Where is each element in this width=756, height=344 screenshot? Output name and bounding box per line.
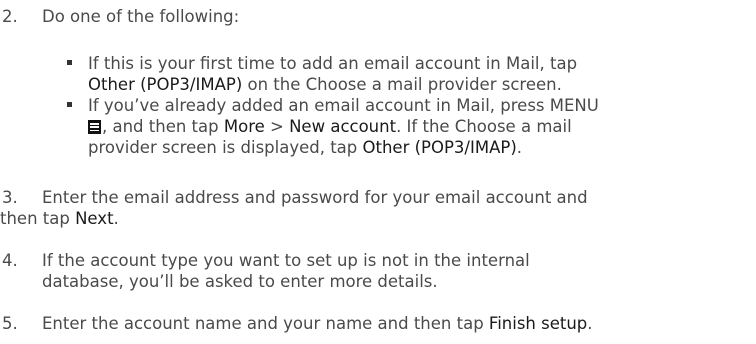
bullet-line: If this is your first time to add an ema…	[88, 54, 578, 73]
menu-icon	[88, 120, 101, 134]
step-number: 4.	[2, 251, 18, 270]
bullet-line: If you’ve already added an email account…	[88, 96, 599, 115]
bullet-line: , and then tap More > New account. If th…	[88, 116, 748, 137]
bullet-item-first-time: If this is your first time to add an ema…	[67, 53, 748, 95]
step-line: database, you’ll be asked to enter more …	[42, 272, 438, 291]
bullet-square-icon	[67, 102, 72, 107]
more-link: More	[223, 117, 265, 136]
step-line: If the account type you want to set up i…	[42, 251, 530, 270]
next-link: Next	[75, 209, 114, 228]
other-pop3-imap-link: Other (POP3/IMAP)	[362, 138, 517, 157]
bullet-square-icon	[67, 60, 72, 65]
bullet-line: Other (POP3/IMAP) on the Choose a mail p…	[88, 75, 562, 94]
new-account-link: New account	[289, 117, 397, 136]
other-pop3-imap-link: Other (POP3/IMAP)	[88, 75, 243, 94]
step-line: Enter the account name and your name and…	[42, 314, 593, 333]
step-line: then tap Next.	[0, 209, 119, 228]
step-number: 5.	[2, 314, 18, 333]
instruction-document: 2. Do one of the following: If this is y…	[0, 0, 756, 344]
bullet-item-already-added: If you’ve already added an email account…	[67, 95, 748, 158]
step-text: Do one of the following:	[42, 7, 240, 26]
step-number: 2.	[2, 7, 18, 26]
bullet-line: provider screen is displayed, tap Other …	[88, 138, 523, 157]
finish-setup-link: Finish setup	[488, 314, 588, 333]
step-number: 3.	[2, 188, 18, 207]
step-line: Enter the email address and password for…	[42, 188, 588, 207]
